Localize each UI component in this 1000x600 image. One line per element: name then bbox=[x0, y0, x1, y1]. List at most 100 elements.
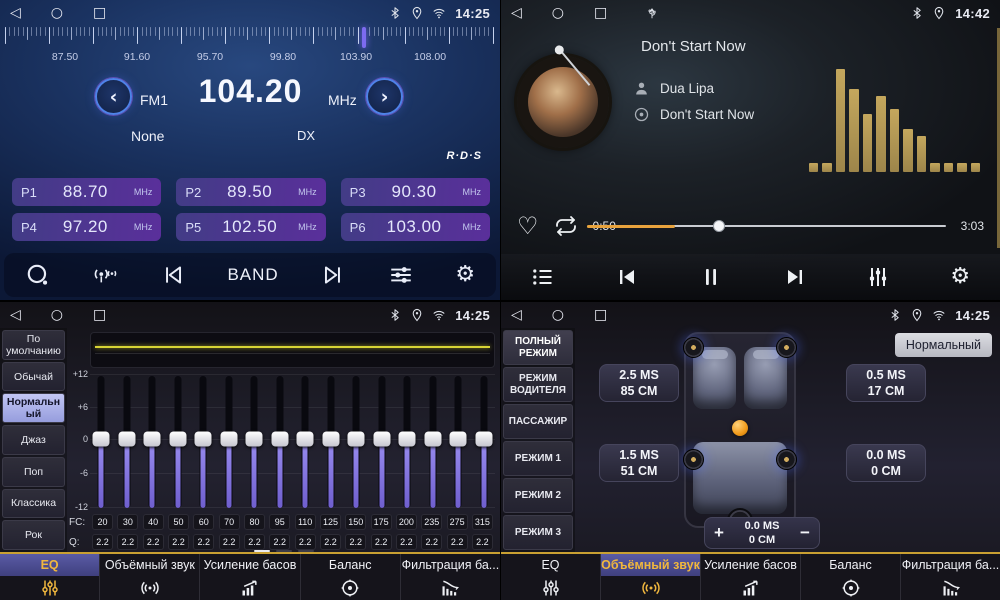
eq-preset-button[interactable]: Классика bbox=[2, 489, 65, 519]
slider-thumb[interactable] bbox=[169, 432, 186, 447]
eq-preset-button[interactable]: Рок bbox=[2, 520, 65, 550]
eq-preset-button[interactable]: Поп bbox=[2, 457, 65, 487]
eq-band-slider[interactable] bbox=[169, 374, 187, 510]
eq-band-slider[interactable] bbox=[118, 374, 136, 510]
listening-mode-button[interactable]: РЕЖИМ 2 bbox=[503, 478, 573, 513]
slider-thumb[interactable] bbox=[246, 432, 263, 447]
rear-right-speaker-icon[interactable] bbox=[776, 449, 797, 470]
eq-band-slider[interactable] bbox=[347, 374, 365, 510]
pause-icon[interactable] bbox=[699, 265, 723, 289]
radio-preset-p4[interactable]: P497.20MHz bbox=[12, 213, 161, 241]
tab-surround-sound[interactable]: Объёмный звук bbox=[100, 554, 200, 600]
slider-thumb[interactable] bbox=[450, 432, 467, 447]
rear-right-delay-badge[interactable]: 0.0 MS 0 CM bbox=[846, 444, 926, 482]
tune-up-button[interactable]: › bbox=[366, 78, 403, 115]
radio-preset-p2[interactable]: P289.50MHz bbox=[176, 178, 325, 206]
delay-increase-button[interactable]: + bbox=[705, 523, 733, 543]
front-right-delay-badge[interactable]: 0.5 MS 17 CM bbox=[846, 364, 926, 402]
next-track-icon[interactable] bbox=[783, 265, 807, 289]
slider-thumb[interactable] bbox=[373, 432, 390, 447]
slider-thumb[interactable] bbox=[118, 432, 135, 447]
front-left-delay-badge[interactable]: 2.5 MS 85 CM bbox=[599, 364, 679, 402]
eq-band-slider[interactable] bbox=[194, 374, 212, 510]
recents-icon[interactable]: □ bbox=[594, 6, 607, 20]
slider-thumb[interactable] bbox=[424, 432, 441, 447]
delay-decrease-button[interactable]: − bbox=[791, 523, 819, 543]
repeat-icon[interactable] bbox=[554, 214, 578, 238]
eq-band-slider[interactable] bbox=[245, 374, 263, 510]
rear-left-delay-badge[interactable]: 1.5 MS 51 CM bbox=[599, 444, 679, 482]
playlist-icon[interactable] bbox=[531, 265, 555, 289]
radio-preset-p6[interactable]: P6103.00MHz bbox=[341, 213, 490, 241]
home-icon[interactable]: ○ bbox=[51, 308, 63, 322]
slider-thumb[interactable] bbox=[399, 432, 416, 447]
broadcast-scan-icon[interactable] bbox=[92, 262, 118, 288]
slider-thumb[interactable] bbox=[348, 432, 365, 447]
back-icon[interactable]: ◁ bbox=[511, 6, 522, 20]
eq-band-slider[interactable] bbox=[398, 374, 416, 510]
tab-eq[interactable]: EQ bbox=[0, 554, 100, 600]
previous-station-icon[interactable] bbox=[160, 262, 186, 288]
slider-thumb[interactable] bbox=[220, 432, 237, 447]
tab-eq[interactable]: EQ bbox=[501, 554, 601, 600]
next-station-icon[interactable] bbox=[320, 262, 346, 288]
eq-band-slider[interactable] bbox=[220, 374, 238, 510]
tab-filter[interactable]: Фильтрация ба... bbox=[401, 554, 500, 600]
eq-preset-button[interactable]: Обычай bbox=[2, 362, 65, 392]
seek-knob[interactable] bbox=[713, 220, 725, 232]
favorite-heart-icon[interactable]: ♡ bbox=[517, 214, 539, 238]
back-icon[interactable]: ◁ bbox=[511, 308, 522, 322]
radio-preset-p5[interactable]: P5102.50MHz bbox=[176, 213, 325, 241]
equalizer-settings-icon[interactable] bbox=[388, 262, 414, 288]
settings-gear-icon[interactable]: ⚙ bbox=[455, 264, 475, 286]
slider-thumb[interactable] bbox=[195, 432, 212, 447]
rear-left-speaker-icon[interactable] bbox=[683, 449, 704, 470]
eq-preset-button[interactable]: Джаз bbox=[2, 425, 65, 455]
recents-icon[interactable]: □ bbox=[93, 6, 106, 20]
eq-band-slider[interactable] bbox=[296, 374, 314, 510]
front-right-speaker-icon[interactable] bbox=[776, 337, 797, 358]
radio-preset-p1[interactable]: P188.70MHz bbox=[12, 178, 161, 206]
home-icon[interactable]: ○ bbox=[552, 308, 564, 322]
tab-surround-sound[interactable]: Объёмный звук bbox=[601, 554, 701, 600]
listening-mode-button[interactable]: РЕЖИМ 3 bbox=[503, 515, 573, 550]
eq-band-slider[interactable] bbox=[449, 374, 467, 510]
eq-band-slider[interactable] bbox=[424, 374, 442, 510]
eq-band-slider[interactable] bbox=[475, 374, 493, 510]
radio-preset-p3[interactable]: P390.30MHz bbox=[341, 178, 490, 206]
listening-mode-button[interactable]: РЕЖИМ ВОДИТЕЛЯ bbox=[503, 367, 573, 402]
eq-band-slider[interactable] bbox=[373, 374, 391, 510]
home-icon[interactable]: ○ bbox=[51, 6, 63, 20]
mixer-icon[interactable] bbox=[866, 265, 890, 289]
listening-mode-button[interactable]: РЕЖИМ 1 bbox=[503, 441, 573, 476]
tab-balance[interactable]: Баланс bbox=[301, 554, 401, 600]
home-icon[interactable]: ○ bbox=[552, 6, 564, 20]
back-icon[interactable]: ◁ bbox=[10, 6, 21, 20]
recents-icon[interactable]: □ bbox=[594, 308, 607, 322]
band-button[interactable]: BAND bbox=[227, 265, 278, 285]
eq-band-slider[interactable] bbox=[92, 374, 110, 510]
listening-mode-button[interactable]: ПОЛНЫЙ РЕЖИМ bbox=[503, 330, 573, 365]
previous-track-icon[interactable] bbox=[615, 265, 639, 289]
eq-preset-button[interactable]: По умолчанию bbox=[2, 330, 65, 360]
slider-thumb[interactable] bbox=[475, 432, 492, 447]
slider-thumb[interactable] bbox=[93, 432, 110, 447]
tab-balance[interactable]: Баланс bbox=[801, 554, 901, 600]
slider-thumb[interactable] bbox=[297, 432, 314, 447]
settings-gear-icon[interactable]: ⚙ bbox=[950, 266, 970, 288]
tab-filter[interactable]: Фильтрация ба... bbox=[901, 554, 1000, 600]
tab-bass-boost[interactable]: Усиление басов bbox=[200, 554, 300, 600]
listening-mode-button[interactable]: ПАССАЖИР bbox=[503, 404, 573, 439]
eq-band-slider[interactable] bbox=[322, 374, 340, 510]
sound-profile-button[interactable]: Нормальный bbox=[895, 333, 992, 357]
recents-icon[interactable]: □ bbox=[93, 308, 106, 322]
frequency-ruler[interactable]: 87.5091.6095.7099.80103.90108.00 bbox=[0, 27, 500, 69]
back-icon[interactable]: ◁ bbox=[10, 308, 21, 322]
eq-band-slider[interactable] bbox=[271, 374, 289, 510]
front-left-speaker-icon[interactable] bbox=[683, 337, 704, 358]
seek-bar[interactable] bbox=[631, 219, 946, 233]
eq-preset-button[interactable]: Нормальный bbox=[2, 393, 65, 423]
eq-band-slider[interactable] bbox=[143, 374, 161, 510]
slider-thumb[interactable] bbox=[271, 432, 288, 447]
slider-thumb[interactable] bbox=[322, 432, 339, 447]
